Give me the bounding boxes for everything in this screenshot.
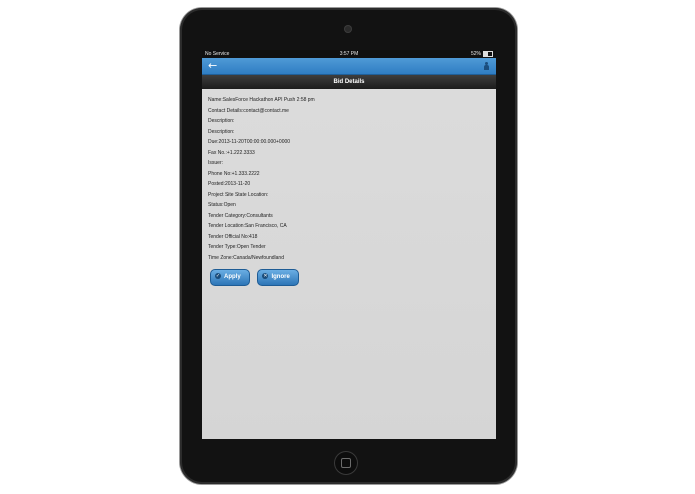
- apply-label: Apply: [224, 274, 241, 280]
- ignore-button[interactable]: ✕ Ignore: [257, 269, 300, 286]
- person-icon[interactable]: [484, 62, 489, 70]
- battery-percent: 52%: [470, 51, 481, 57]
- app-screen: No Service 3:57 PM 52% ← Bid Details Nam…: [202, 50, 496, 439]
- detail-field: Status:Open: [208, 202, 236, 208]
- detail-field: Tender Official No:418: [208, 233, 258, 240]
- bid-details-list: Name:SalesForce Hackathon API Push 2:58 …: [202, 89, 496, 287]
- detail-field: Issuer:: [208, 160, 224, 166]
- front-camera: [344, 25, 352, 33]
- detail-field: Due:2013-11-20T00:00:00.000+0000: [208, 139, 291, 145]
- detail-field: Fax No.:+1.222.3333: [208, 149, 255, 156]
- apply-button[interactable]: ✓ Apply: [210, 269, 250, 286]
- status-time: 3:57 PM: [339, 51, 359, 57]
- status-bar: No Service 3:57 PM 52%: [202, 50, 496, 58]
- detail-field: Tender Category:Consultants: [208, 212, 273, 219]
- action-buttons: ✓ Apply ✕ Ignore: [210, 269, 490, 287]
- page-title: Bid Details: [202, 75, 496, 89]
- detail-field: Description:: [208, 128, 235, 135]
- detail-field: Contact Details:contact@contact.me: [208, 107, 289, 114]
- battery-icon: [483, 50, 493, 57]
- detail-field: Name:SalesForce Hackathon API Push 2:58 …: [208, 97, 315, 103]
- detail-field: Tender Type:Open Tender: [208, 244, 266, 250]
- ignore-label: Ignore: [271, 274, 290, 280]
- home-square-icon: [341, 458, 351, 468]
- detail-field: Project Site State Location:: [208, 191, 269, 198]
- detail-field: Time Zone:Canada/Newfoundland: [208, 254, 284, 261]
- detail-field: Description:: [208, 118, 235, 124]
- close-icon: ✕: [262, 272, 269, 279]
- detail-field: Posted:2013-11-20: [208, 181, 251, 187]
- detail-field: Tender Location:San Francisco, CA: [208, 223, 287, 229]
- home-button[interactable]: [335, 452, 357, 474]
- arrow-left-icon[interactable]: ←: [208, 59, 217, 73]
- battery-indicator: 52%: [471, 50, 493, 58]
- detail-field: Phone No:+1.333.2222: [208, 170, 260, 177]
- tablet-frame: No Service 3:57 PM 52% ← Bid Details Nam…: [180, 8, 517, 484]
- check-icon: ✓: [215, 272, 221, 279]
- app-header: ←: [202, 58, 496, 75]
